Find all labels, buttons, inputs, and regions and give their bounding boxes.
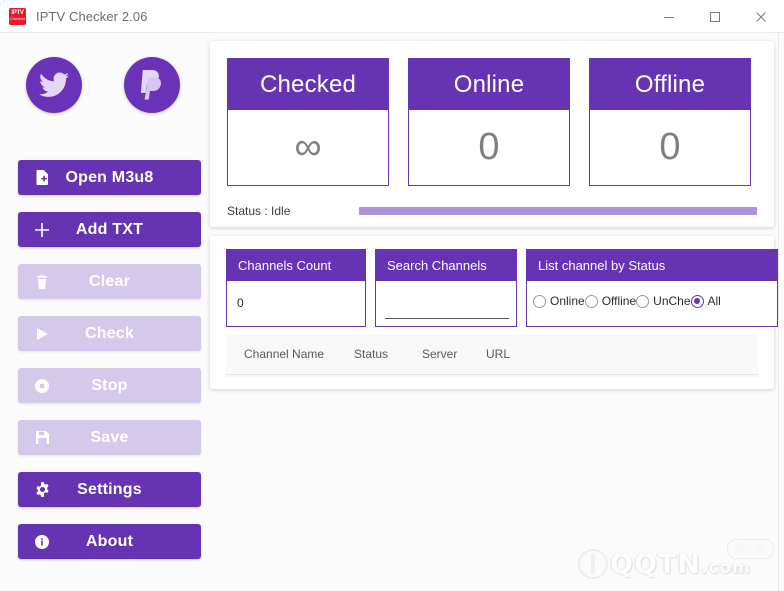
- social-links: [0, 57, 206, 113]
- status-row: Status : Idle: [227, 201, 757, 221]
- open-m3u8-button[interactable]: Open M3u8: [18, 160, 201, 195]
- column-header-server[interactable]: Server: [422, 347, 457, 361]
- watermark-globe-icon: [578, 549, 608, 579]
- file-icon: [34, 160, 50, 195]
- about-label: About: [85, 532, 134, 550]
- search-input[interactable]: [385, 295, 509, 319]
- window-title: IPTV Checker 2.06: [36, 8, 148, 24]
- window-controls: [646, 0, 784, 33]
- settings-label: Settings: [77, 480, 142, 498]
- stat-card-row: Checked ∞ Online 0 Offline 0: [227, 58, 751, 186]
- save-icon: [34, 420, 50, 455]
- maximize-button[interactable]: [692, 0, 738, 33]
- channels-count-body: 0: [227, 281, 365, 326]
- app-icon-line1: IPTV: [11, 9, 24, 16]
- list-by-status-box: List channel by Status Online Offline Un…: [526, 249, 778, 327]
- stat-card-checked: Checked ∞: [227, 58, 389, 186]
- app-icon: IPTV Checker: [9, 7, 26, 25]
- watermark: QQTN.com 腾牛网: [576, 539, 776, 585]
- stat-offline-value: 0: [659, 126, 681, 168]
- radio-online-dot: [533, 294, 546, 308]
- stat-checked-value: ∞: [294, 126, 322, 168]
- watermark-brand-text: QQTN: [610, 549, 701, 580]
- progress-bar: [359, 207, 757, 215]
- watermark-badge: 腾牛网: [727, 539, 774, 559]
- radio-online[interactable]: Online: [533, 294, 585, 308]
- channels-panel: Channels Count 0 Search Channels List ch…: [210, 236, 778, 389]
- radio-offline[interactable]: Offline: [584, 294, 637, 308]
- plus-icon: [34, 212, 50, 247]
- settings-button[interactable]: Settings: [18, 472, 201, 507]
- vertical-scrollbar[interactable]: [778, 33, 784, 591]
- list-by-status-title: List channel by Status: [527, 250, 777, 281]
- channels-count-title: Channels Count: [227, 250, 365, 281]
- paypal-button[interactable]: [124, 57, 180, 113]
- minimize-button[interactable]: [646, 0, 692, 33]
- radio-offline-label: Offline: [601, 294, 637, 308]
- stat-online-value: 0: [478, 126, 500, 168]
- app-icon-line2: Checker: [10, 15, 25, 21]
- column-header-url[interactable]: URL: [486, 347, 510, 361]
- search-channels-title: Search Channels: [376, 250, 516, 281]
- channels-count-value: 0: [237, 296, 244, 310]
- status-text: Status : Idle: [227, 204, 291, 218]
- save-button[interactable]: Save: [18, 420, 201, 455]
- channels-count-box: Channels Count 0: [226, 249, 366, 327]
- close-button[interactable]: [738, 0, 784, 33]
- action-button-list: Open M3u8 Add TXT Clear Check Stop Save …: [18, 160, 201, 576]
- save-label: Save: [90, 428, 129, 446]
- watermark-brand: QQTN.com: [610, 549, 751, 580]
- radio-all[interactable]: All: [690, 294, 721, 308]
- gear-icon: [34, 472, 50, 507]
- radio-online-label: Online: [550, 294, 585, 308]
- column-header-channel-name[interactable]: Channel Name: [244, 347, 324, 361]
- radio-unchecked-label: UnChe: [653, 294, 691, 308]
- channels-table: Channel Name Status Server URL: [226, 334, 758, 377]
- play-icon: [34, 316, 50, 351]
- filter-row: Channels Count 0 Search Channels List ch…: [226, 249, 778, 327]
- channels-table-header: Channel Name Status Server URL: [226, 334, 758, 375]
- add-txt-button[interactable]: Add TXT: [18, 212, 201, 247]
- twitter-button[interactable]: [26, 57, 82, 113]
- stat-online-title: Online: [409, 59, 569, 110]
- stat-card-online: Online 0: [408, 58, 570, 186]
- radio-unchecked[interactable]: UnChe: [636, 294, 691, 308]
- column-header-status[interactable]: Status: [354, 347, 388, 361]
- radio-all-label: All: [707, 294, 721, 308]
- clear-button[interactable]: Clear: [18, 264, 201, 299]
- stop-button[interactable]: Stop: [18, 368, 201, 403]
- check-label: Check: [84, 324, 135, 342]
- title-bar: IPTV Checker IPTV Checker 2.06: [0, 0, 784, 33]
- stat-offline-title: Offline: [590, 59, 750, 110]
- twitter-icon: [39, 72, 69, 98]
- list-by-status-body: Online Offline UnChe All: [527, 281, 777, 326]
- sidebar: Open M3u8 Add TXT Clear Check Stop Save …: [0, 33, 206, 591]
- info-icon: [34, 524, 50, 559]
- add-txt-label: Add TXT: [75, 220, 144, 238]
- search-channels-box: Search Channels: [375, 249, 517, 327]
- radio-all-dot: [690, 294, 704, 308]
- stat-checked-title: Checked: [228, 59, 388, 110]
- open-m3u8-label: Open M3u8: [65, 168, 154, 186]
- stat-card-offline: Offline 0: [589, 58, 751, 186]
- stop-icon: [34, 368, 50, 403]
- search-channels-body: [376, 281, 516, 326]
- status-radio-group: Online Offline UnChe All: [533, 294, 721, 308]
- radio-unchecked-dot: [636, 294, 650, 308]
- watermark-suffix: .com: [700, 558, 751, 578]
- paypal-icon: [138, 70, 166, 100]
- stop-label: Stop: [91, 376, 128, 394]
- clear-label: Clear: [88, 272, 131, 290]
- trash-icon: [34, 264, 50, 299]
- radio-offline-dot: [584, 294, 598, 308]
- app-window: IPTV Checker IPTV Checker 2.06 Open M3u8…: [0, 0, 784, 591]
- summary-panel: Checked ∞ Online 0 Offline 0 Status : Id…: [210, 41, 774, 227]
- check-button[interactable]: Check: [18, 316, 201, 351]
- about-button[interactable]: About: [18, 524, 201, 559]
